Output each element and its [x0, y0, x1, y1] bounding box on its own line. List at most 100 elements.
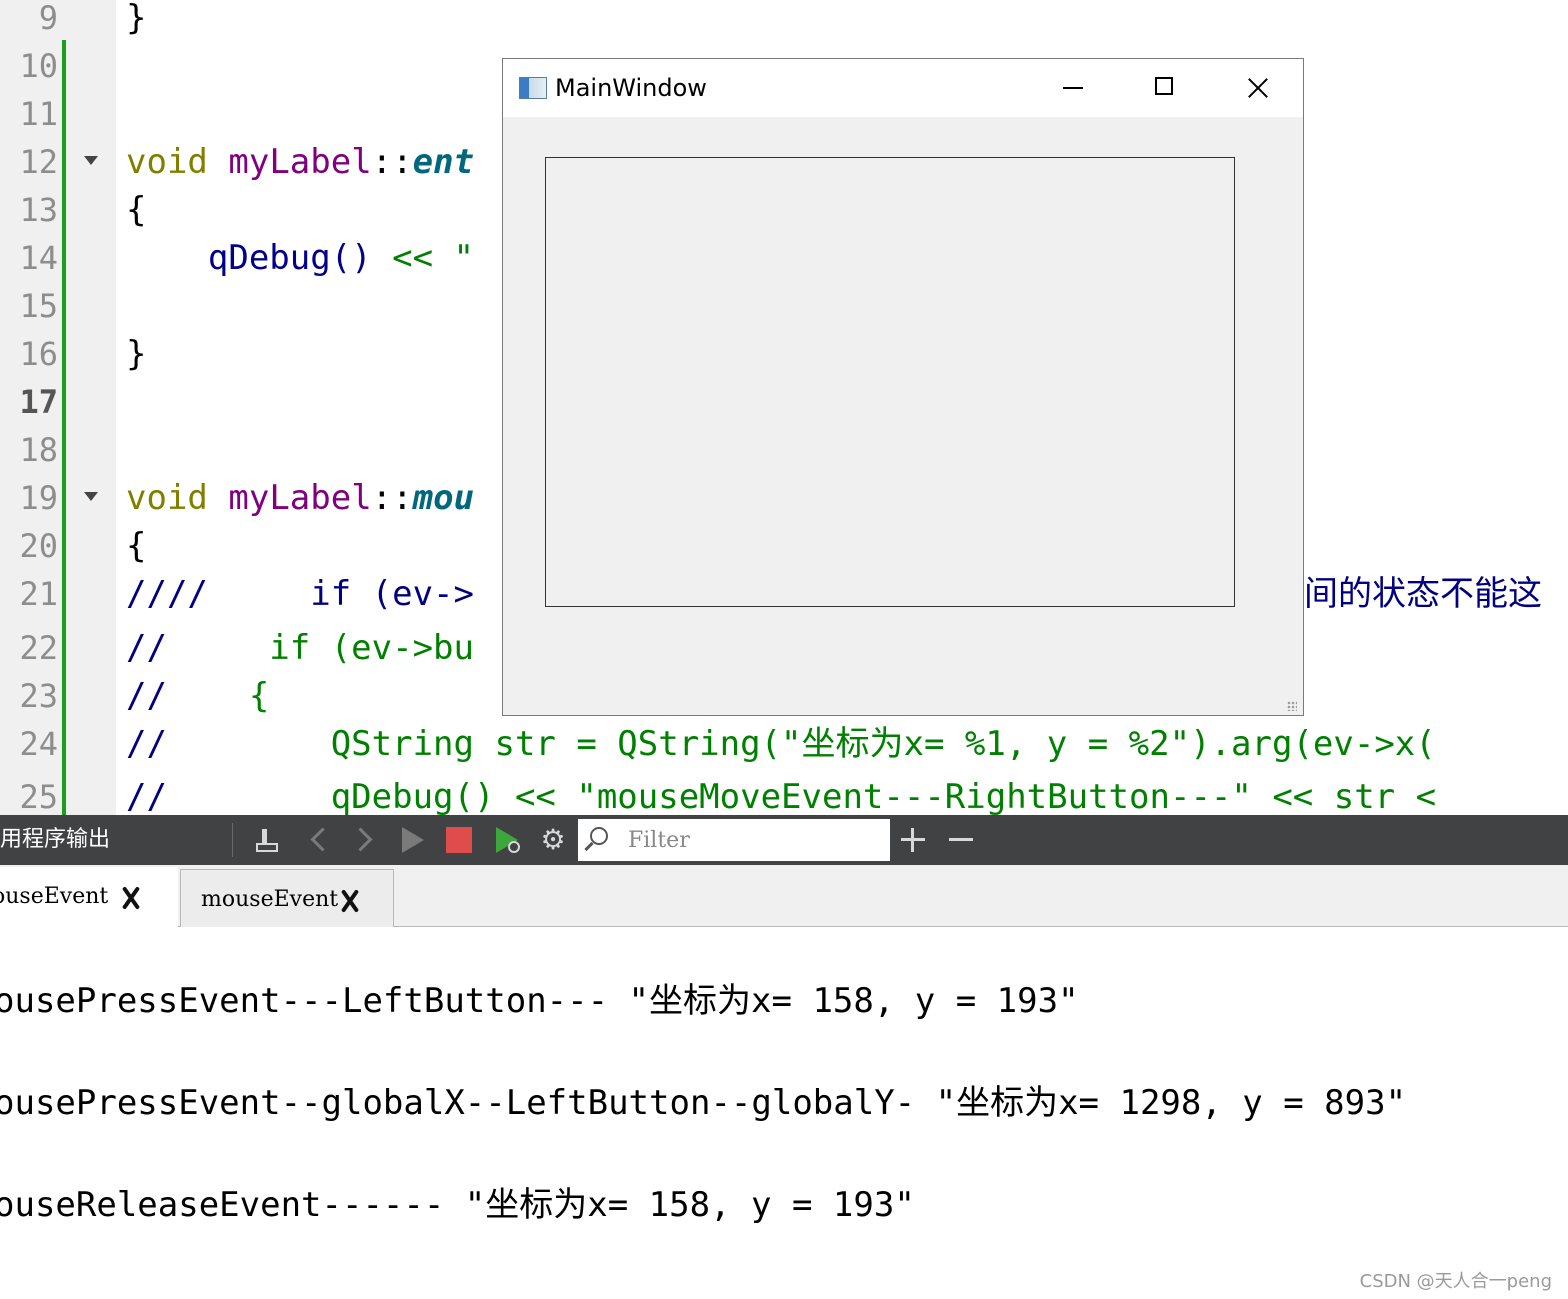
line-number: 12 — [19, 143, 58, 181]
comment-text-chinese: 间的状态不能这 — [1304, 574, 1542, 614]
line-number: 24 — [19, 725, 58, 763]
output-line: ouseReleaseEvent------ "坐标为x= 158, y = 1… — [0, 1185, 915, 1225]
line-number: 22 — [19, 629, 58, 667]
comment-text: if (ev->bu — [166, 628, 474, 668]
output-line: ousePressEvent--globalX--LeftButton--glo… — [0, 1083, 1407, 1123]
filter-input[interactable] — [628, 823, 878, 857]
app-window-icon — [519, 77, 547, 99]
line-number: 23 — [19, 677, 58, 715]
stop-button[interactable] — [444, 825, 474, 855]
output-pane-title: 用程序输出 — [0, 827, 111, 852]
plus-icon-vertical — [911, 828, 914, 852]
code-text: //// if (ev-> — [126, 570, 474, 618]
code-text: } — [126, 334, 147, 374]
minimize-icon — [1063, 87, 1083, 89]
next-button[interactable] — [348, 825, 378, 855]
code-text: // { — [126, 672, 269, 720]
filter-box[interactable] — [578, 819, 890, 861]
debug-button[interactable] — [492, 825, 522, 855]
chevron-right-icon — [348, 827, 373, 852]
line-number: 25 — [19, 778, 58, 815]
output-line: ousePressEvent---LeftButton--- "坐标为x= 15… — [0, 981, 1079, 1021]
comment-marker: // — [126, 724, 167, 764]
window-titlebar[interactable]: MainWindow — [503, 59, 1303, 117]
clear-output-button[interactable] — [252, 825, 282, 855]
code-text: void myLabel::mou — [126, 474, 474, 522]
comment-marker: //// — [126, 574, 208, 614]
code-text: // if (ev->bu — [126, 624, 474, 672]
function-name: ent — [412, 142, 475, 182]
maximize-button[interactable] — [1119, 59, 1211, 117]
comment-text: QString str = QString("坐标为x= %1, y = %2"… — [166, 724, 1436, 764]
bug-icon — [508, 841, 520, 853]
close-button[interactable] — [1211, 59, 1303, 117]
keyword: void — [126, 142, 208, 182]
line-number: 14 — [19, 239, 58, 277]
zoom-out-button[interactable] — [946, 825, 976, 855]
tab-close-button[interactable] — [118, 885, 144, 911]
function-name: mou — [412, 478, 475, 518]
comment-marker: // — [126, 676, 167, 716]
line-number: 13 — [19, 191, 58, 229]
previous-button[interactable] — [302, 825, 335, 855]
code-text: qDebug() << " — [126, 234, 474, 282]
broom-handle — [262, 829, 267, 843]
comment-marker: // — [126, 777, 167, 815]
rerun-button[interactable] — [398, 825, 428, 855]
line-number: 19 — [19, 479, 58, 517]
minimize-button[interactable] — [1027, 59, 1119, 117]
code-text: { — [126, 526, 147, 566]
toolbar-separator — [232, 823, 233, 857]
class-name: myLabel — [228, 142, 372, 182]
comment-text: { — [166, 676, 270, 716]
current-line-number: 17 — [19, 383, 58, 421]
code-text: } — [126, 0, 147, 38]
code-text: // qDebug() << "mouseMoveEvent---RightBu… — [126, 773, 1436, 815]
application-output[interactable]: ousePressEvent---LeftButton--- "坐标为x= 15… — [0, 927, 1568, 1299]
function-call: qDebug() — [207, 238, 372, 278]
tab-close-button[interactable] — [337, 888, 363, 914]
fold-arrow-icon[interactable] — [84, 492, 98, 501]
fold-arrow-icon[interactable] — [84, 156, 98, 165]
tab-label: ouseEvent — [0, 884, 109, 909]
output-tab-active[interactable]: ouseEvent — [0, 867, 178, 927]
tab-label: mouseEvent — [201, 887, 339, 912]
resize-grip-icon[interactable] — [1287, 701, 1297, 711]
code-text: { — [126, 190, 147, 230]
line-number: 20 — [19, 527, 58, 565]
code-line-24[interactable]: 24 // QString str = QString("坐标为x= %1, y… — [0, 720, 1568, 768]
line-number: 9 — [38, 0, 58, 37]
main-window[interactable]: MainWindow — [502, 58, 1304, 716]
gear-icon: ⚙ — [540, 823, 566, 856]
watermark: CSDN @天人合一peng — [1359, 1271, 1552, 1292]
line-number: 10 — [19, 47, 58, 85]
output-tab[interactable]: mouseEvent — [180, 869, 394, 927]
comment-text: if (ev-> — [207, 574, 474, 614]
mylabel-widget[interactable] — [545, 157, 1235, 607]
maximize-icon — [1155, 77, 1173, 95]
code-text: // QString str = QString("坐标为x= %1, y = … — [126, 720, 1436, 768]
comment-text: qDebug() << "mouseMoveEvent---RightButto… — [166, 777, 1437, 815]
window-title: MainWindow — [555, 74, 707, 102]
line-number: 11 — [19, 95, 58, 133]
scope-operator: :: — [371, 142, 413, 182]
comment-marker: // — [126, 628, 167, 668]
scope-operator: :: — [371, 478, 413, 518]
stream-operator: << — [371, 238, 454, 278]
zoom-in-button[interactable] — [898, 825, 928, 855]
line-number: 16 — [19, 335, 58, 373]
settings-button[interactable]: ⚙ — [538, 825, 568, 855]
chevron-left-icon — [310, 827, 335, 852]
code-line-9[interactable]: 9 } — [0, 0, 1568, 42]
output-toolbar: 用程序输出 ⚙ — [0, 815, 1568, 865]
play-icon — [402, 827, 424, 853]
class-name: myLabel — [228, 478, 372, 518]
broom-icon — [256, 843, 278, 852]
string-literal: " — [453, 238, 475, 278]
code-line-25[interactable]: 25 // qDebug() << "mouseMoveEvent---Righ… — [0, 773, 1568, 815]
code-text: void myLabel::ent — [126, 138, 474, 186]
keyword: void — [126, 478, 208, 518]
minus-icon — [949, 838, 973, 841]
line-number: 21 — [19, 575, 58, 613]
line-number: 18 — [19, 431, 58, 469]
